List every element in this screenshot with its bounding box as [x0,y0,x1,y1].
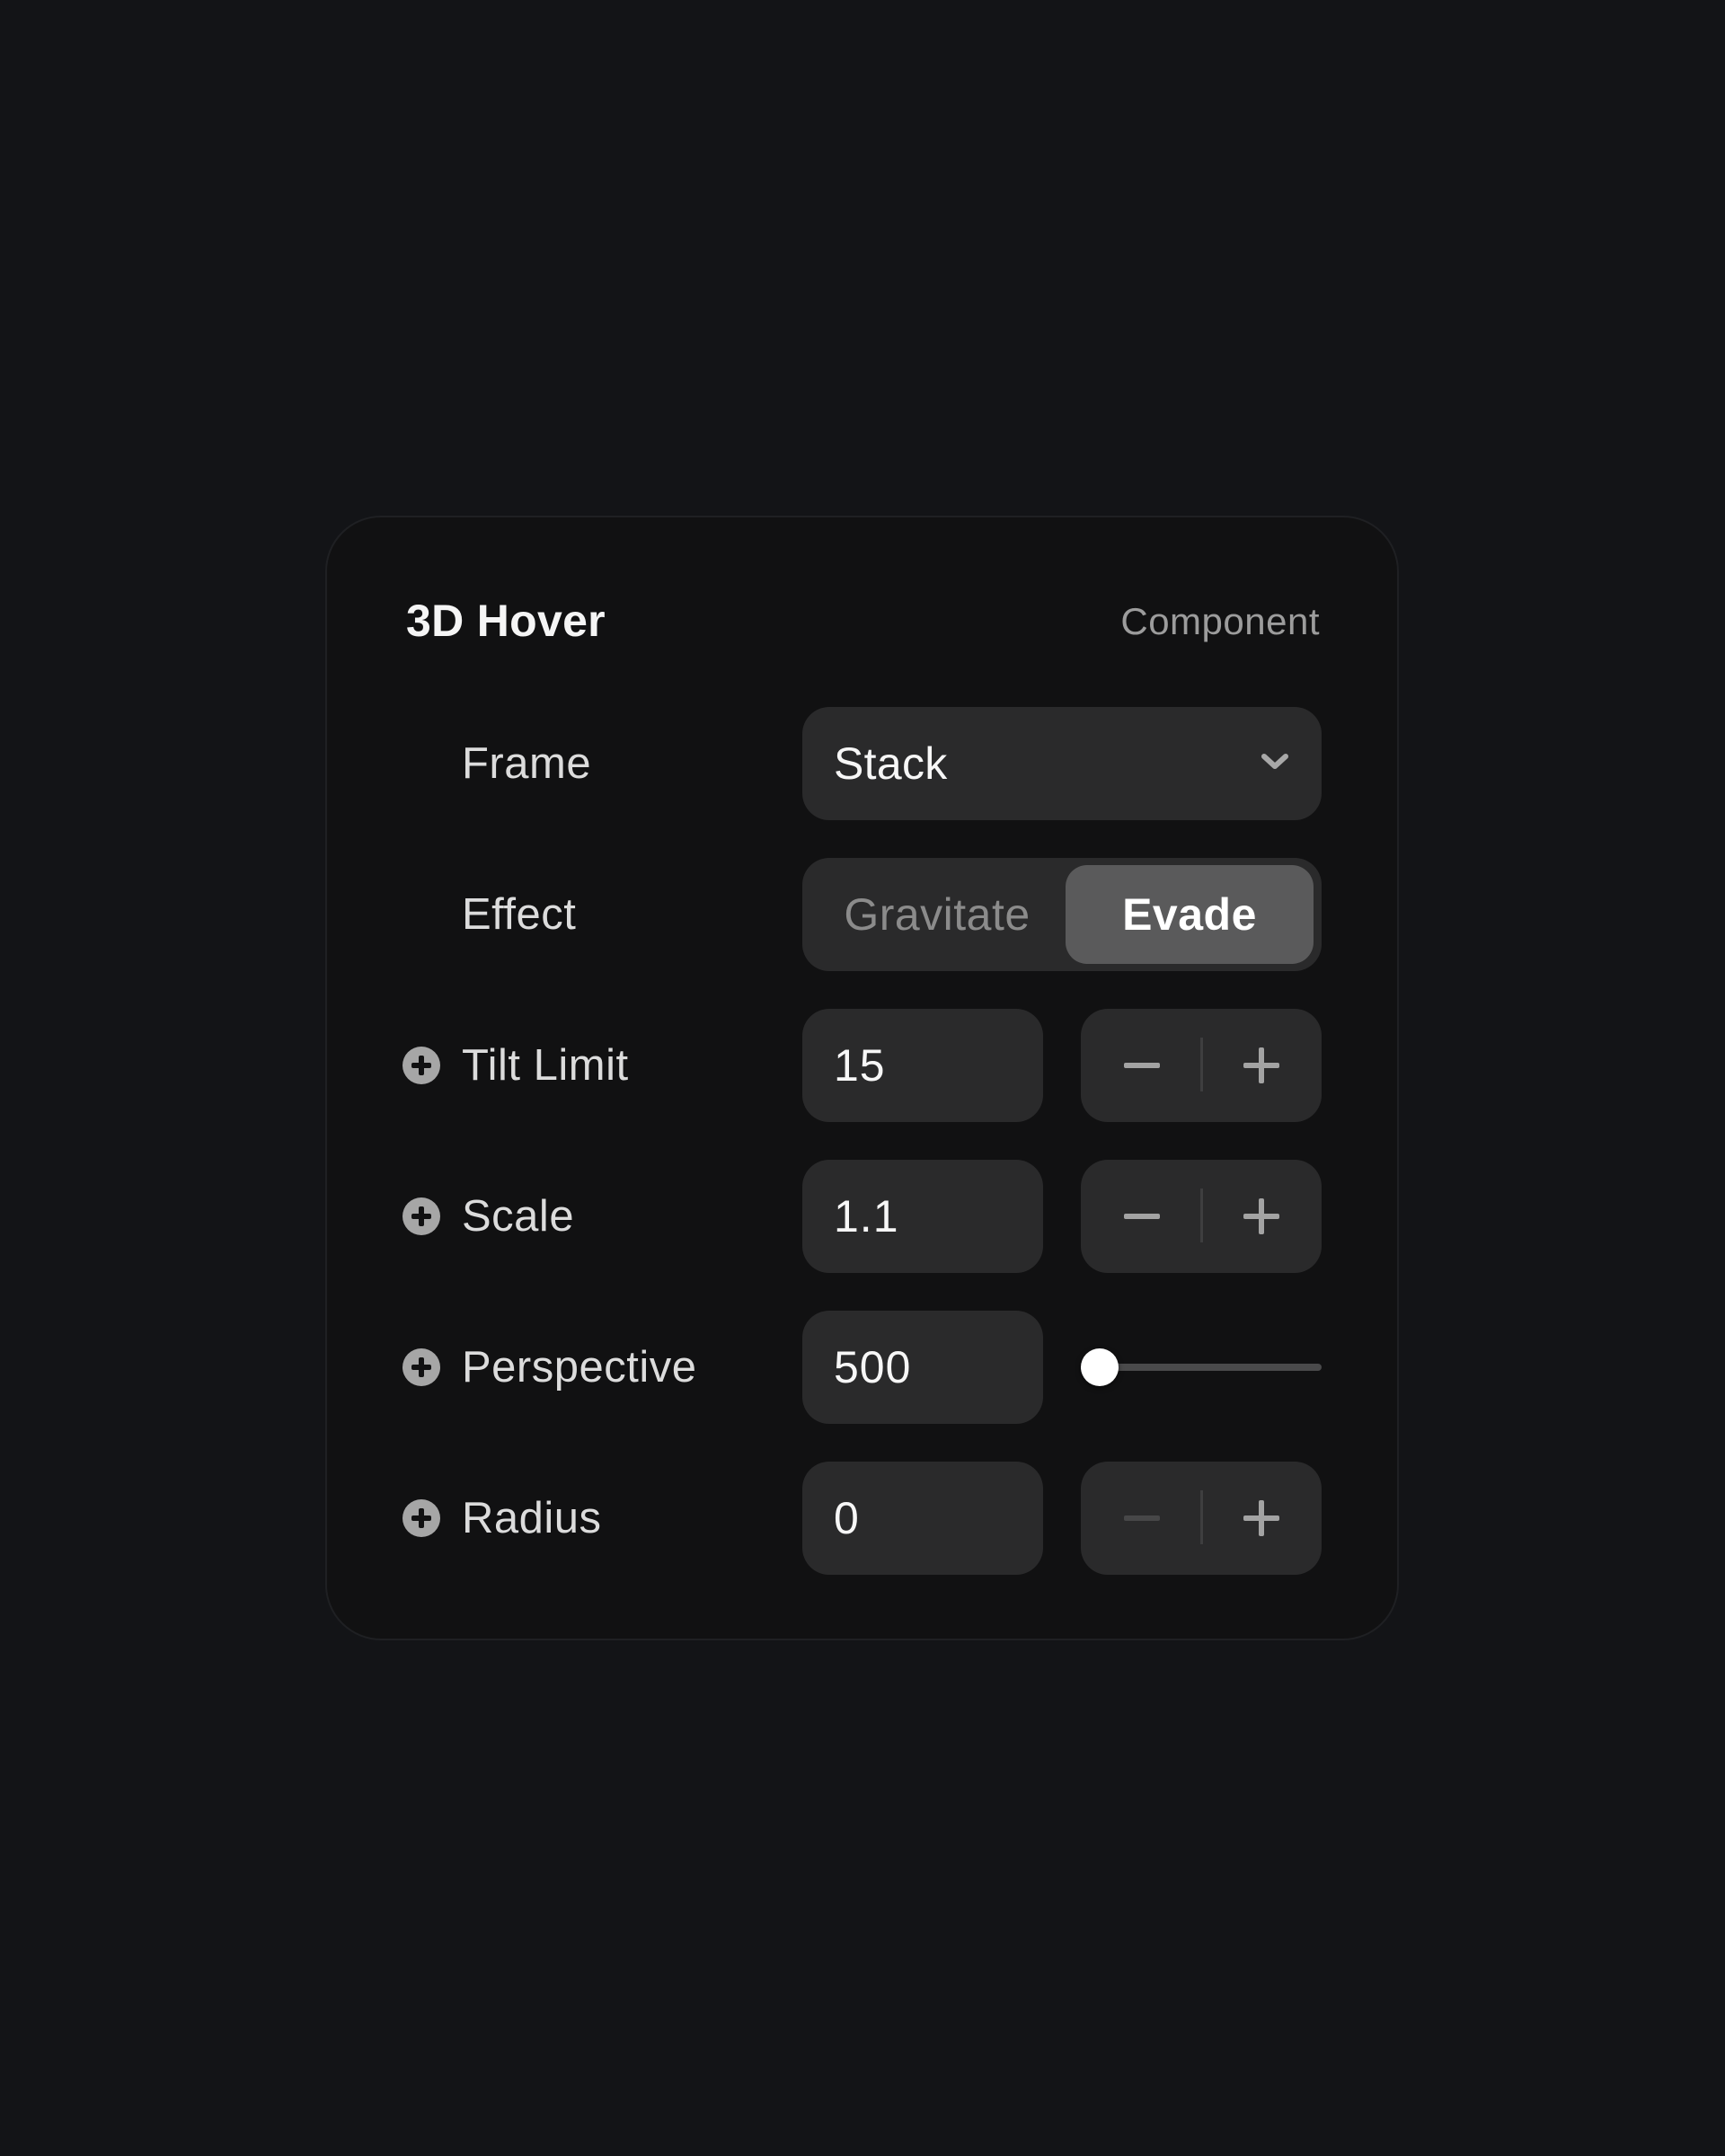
tilt-limit-decrement-button[interactable] [1081,1009,1201,1122]
tilt-limit-input[interactable] [802,1009,1043,1122]
tilt-limit-row: Tilt Limit [327,1009,1397,1122]
scale-label: Scale [462,1192,575,1241]
slider-knob[interactable] [1081,1348,1119,1386]
radius-label: Radius [462,1494,602,1542]
scale-increment-button[interactable] [1201,1160,1322,1273]
panel-title: 3D Hover [406,596,606,646]
plus-circle-icon[interactable] [402,1499,440,1537]
chevron-down-icon [1261,754,1288,769]
radius-stepper [1081,1462,1322,1575]
tilt-limit-increment-button[interactable] [1201,1009,1322,1122]
scale-decrement-button[interactable] [1081,1160,1201,1273]
radius-row: Radius [327,1462,1397,1575]
effect-option-gravitate[interactable]: Gravitate [809,865,1065,964]
perspective-input[interactable] [802,1311,1043,1424]
tilt-limit-label: Tilt Limit [462,1041,629,1090]
minus-icon [1124,1515,1160,1521]
perspective-label: Perspective [462,1343,697,1392]
effect-row: Effect Gravitate Evade [327,858,1397,971]
hover-settings-panel: 3D Hover Component Frame Stack Effect Gr… [325,516,1399,1640]
perspective-row: Perspective [327,1311,1397,1424]
radius-decrement-button[interactable] [1081,1462,1201,1575]
plus-icon-vertical [1259,1047,1264,1083]
frame-select[interactable]: Stack [802,707,1322,820]
minus-icon [1124,1063,1160,1068]
radius-increment-button[interactable] [1201,1462,1322,1575]
panel-subtitle: Component [1120,600,1320,642]
effect-option-evade[interactable]: Evade [1066,865,1314,964]
plus-circle-icon[interactable] [402,1348,440,1386]
perspective-slider[interactable] [1081,1311,1322,1424]
tilt-limit-stepper [1081,1009,1322,1122]
plus-circle-icon[interactable] [402,1197,440,1235]
plus-circle-icon[interactable] [402,1047,440,1084]
plus-icon-vertical [1259,1198,1264,1234]
scale-input[interactable] [802,1160,1043,1273]
frame-select-value: Stack [834,738,948,789]
frame-row: Frame Stack [327,707,1397,820]
effect-segmented-control: Gravitate Evade [802,858,1322,971]
radius-input[interactable] [802,1462,1043,1575]
effect-label: Effect [462,890,577,939]
scale-row: Scale [327,1160,1397,1273]
scale-stepper [1081,1160,1322,1273]
frame-label: Frame [462,739,592,788]
plus-icon-vertical [1259,1500,1264,1536]
minus-icon [1124,1214,1160,1219]
